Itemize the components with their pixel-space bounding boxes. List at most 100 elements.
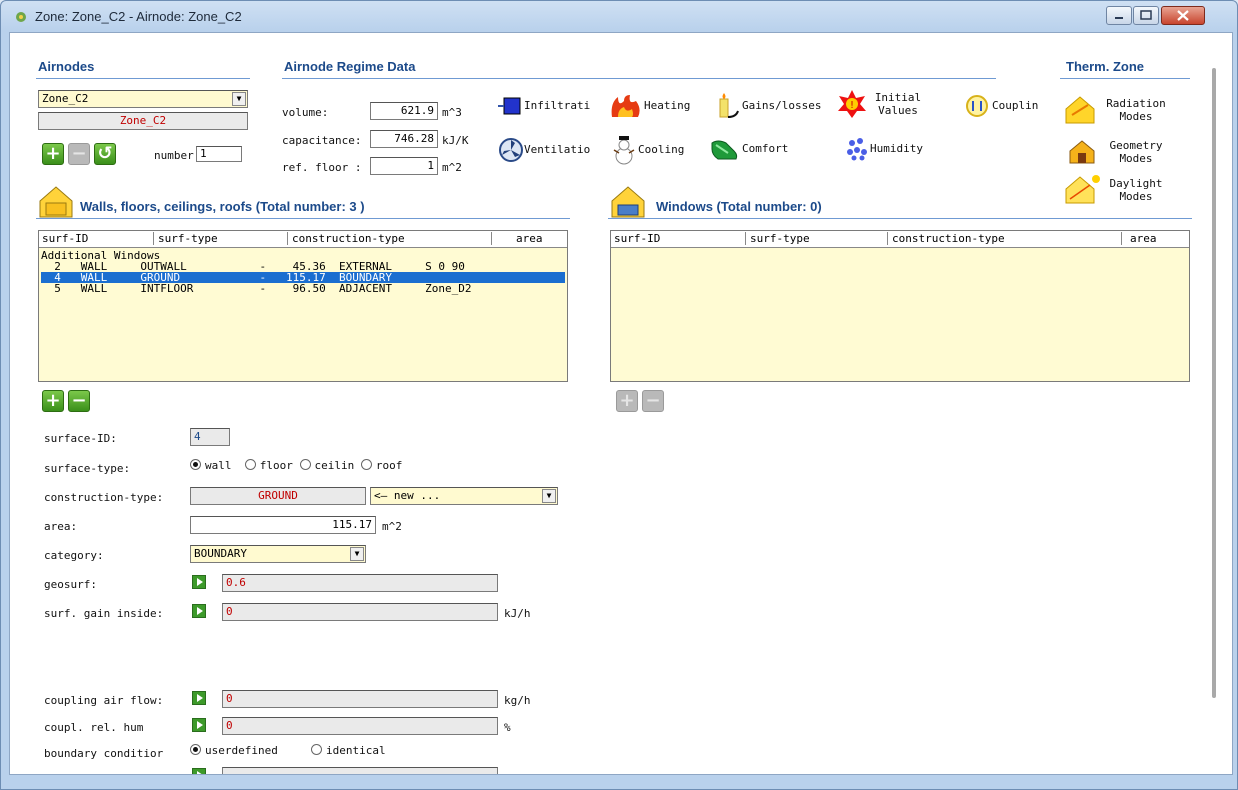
col-area[interactable]: area — [1121, 232, 1157, 245]
initial-values-tool[interactable]: ! Initial Values — [836, 89, 928, 119]
add-airnode-button[interactable]: + — [42, 143, 64, 165]
capacitance-field[interactable]: 746.28 — [370, 130, 438, 148]
table-row[interactable]: 5 WALL INTFLOOR - 96.50 ADJACENT Zone_D2 — [41, 283, 565, 294]
client-area: Airnodes Zone_C2 ▼ Zone_C2 + − ↺ number: … — [9, 32, 1233, 775]
construction-select[interactable]: <— new ... ▼ — [370, 487, 558, 505]
maximize-button[interactable] — [1133, 6, 1159, 25]
construction-label: construction-type: — [44, 491, 164, 504]
extra-field[interactable] — [222, 767, 498, 774]
airflow-field[interactable]: 0 — [222, 690, 498, 708]
category-select[interactable]: BOUNDARY ▼ — [190, 545, 366, 563]
therm-header: Therm. Zone — [1066, 59, 1145, 74]
ref-floor-label: ref. floor : — [282, 161, 362, 174]
walls-table[interactable]: surf-ID surf-type construction-type area… — [38, 230, 568, 382]
surface-id-label: surface-ID: — [44, 432, 117, 445]
volume-field[interactable]: 621.9 — [370, 102, 438, 120]
fan-icon — [499, 138, 523, 162]
airnode-name: Zone_C2 — [38, 112, 248, 130]
radio-floor[interactable]: floor — [244, 459, 293, 472]
radio-identical[interactable]: identical — [310, 744, 386, 757]
chevron-down-icon: ▼ — [350, 547, 364, 561]
volume-label: volume: — [282, 106, 329, 119]
col-surf-type[interactable]: surf-type — [745, 232, 810, 245]
airnodes-header: Airnodes — [38, 59, 95, 74]
chevron-down-icon: ▼ — [232, 92, 246, 106]
hum-unit: % — [504, 721, 511, 734]
armchair-icon — [711, 140, 738, 160]
vertical-scrollbar[interactable] — [1212, 68, 1216, 698]
radio-ceiling[interactable]: ceilin — [299, 459, 354, 472]
svg-text:!: ! — [850, 100, 854, 111]
airflow-label: coupling air flow: — [44, 694, 164, 707]
comfort-tool[interactable]: Comfort — [708, 137, 788, 161]
col-surf-id[interactable]: surf-ID — [614, 232, 660, 245]
hum-play-button[interactable] — [192, 718, 206, 732]
airflow-play-button[interactable] — [192, 691, 206, 705]
refresh-airnode-button[interactable]: ↺ — [94, 143, 116, 165]
cooling-tool[interactable]: Cooling — [610, 135, 684, 165]
category-label: category: — [44, 549, 104, 562]
remove-window-button[interactable]: − — [642, 390, 664, 412]
close-icon — [1177, 10, 1189, 21]
add-window-button[interactable]: + — [616, 390, 638, 412]
fire-icon — [611, 95, 640, 117]
daylight-house-icon — [1065, 175, 1100, 204]
col-construction-type[interactable]: construction-type — [887, 232, 1005, 245]
surface-type-label: surface-type: — [44, 462, 131, 475]
radio-wall[interactable]: wall — [190, 459, 232, 472]
surface-id-field: 4 — [190, 428, 230, 446]
col-area[interactable]: area — [491, 232, 543, 245]
gain-label: surf. gain inside: — [44, 607, 164, 620]
add-wall-button[interactable]: + — [42, 390, 64, 412]
infiltration-tool[interactable]: Infiltrati — [498, 95, 590, 117]
capacitance-unit: kJ/K — [442, 134, 469, 147]
airnode-select[interactable]: Zone_C2 ▼ — [38, 90, 248, 108]
minimize-button[interactable] — [1106, 6, 1132, 25]
remove-airnode-button[interactable]: − — [68, 143, 90, 165]
airflow-unit: kg/h — [504, 694, 531, 707]
minimize-icon — [1115, 17, 1123, 19]
ref-floor-unit: m^2 — [442, 161, 462, 174]
hum-field[interactable]: 0 — [222, 717, 498, 735]
gains-tool[interactable]: Gains/losses — [712, 91, 821, 121]
remove-wall-button[interactable]: − — [68, 390, 90, 412]
gain-unit: kJ/h — [504, 607, 531, 620]
ref-floor-field[interactable]: 1 — [370, 157, 438, 175]
radio-roof[interactable]: roof — [360, 459, 402, 472]
ventilation-tool[interactable]: Ventilatio — [498, 137, 590, 163]
windows-table[interactable]: surf-ID surf-type construction-type area — [610, 230, 1190, 382]
radio-userdefined[interactable]: userdefined — [190, 744, 278, 757]
walls-house-icon — [39, 186, 73, 218]
main-window: Zone: Zone_C2 - Airnode: Zone_C2 Airnode… — [0, 0, 1238, 790]
radiation-tool[interactable]: Radiation Modes — [1062, 93, 1168, 127]
extra-play-button[interactable] — [192, 768, 206, 774]
daylight-tool[interactable]: Daylight Modes — [1062, 173, 1168, 207]
volume-unit: m^3 — [442, 106, 462, 119]
gain-play-button[interactable] — [192, 604, 206, 618]
coupling-tool[interactable]: Couplin — [962, 93, 1038, 119]
close-button[interactable] — [1161, 6, 1205, 25]
area-field[interactable]: 115.17 — [190, 516, 376, 534]
window-title: Zone: Zone_C2 - Airnode: Zone_C2 — [35, 9, 242, 24]
app-icon — [16, 12, 26, 22]
coupling-icon — [966, 95, 988, 117]
walls-header: Walls, floors, ceilings, roofs (Total nu… — [80, 199, 365, 214]
regime-header: Airnode Regime Data — [284, 59, 416, 74]
construction-field: GROUND — [190, 487, 366, 505]
radiation-house-icon — [1065, 96, 1095, 124]
col-surf-id[interactable]: surf-ID — [42, 232, 88, 245]
geosurf-field[interactable]: 0.6 — [222, 574, 498, 592]
heating-tool[interactable]: Heating — [608, 93, 690, 119]
humidity-tool[interactable]: Humidity — [844, 137, 923, 161]
capacitance-label: capacitance: — [282, 134, 362, 147]
geometry-house-icon — [1069, 140, 1095, 164]
col-surf-type[interactable]: surf-type — [153, 232, 218, 245]
col-construction-type[interactable]: construction-type — [287, 232, 405, 245]
geosurf-play-button[interactable] — [192, 575, 206, 589]
geometry-tool[interactable]: Geometry Modes — [1062, 137, 1168, 167]
snowman-icon — [613, 136, 635, 165]
gain-field[interactable]: 0 — [222, 603, 498, 621]
area-unit: m^2 — [382, 520, 402, 533]
bc-radios: userdefined identical — [190, 744, 386, 757]
number-field[interactable]: 1 — [196, 146, 242, 162]
